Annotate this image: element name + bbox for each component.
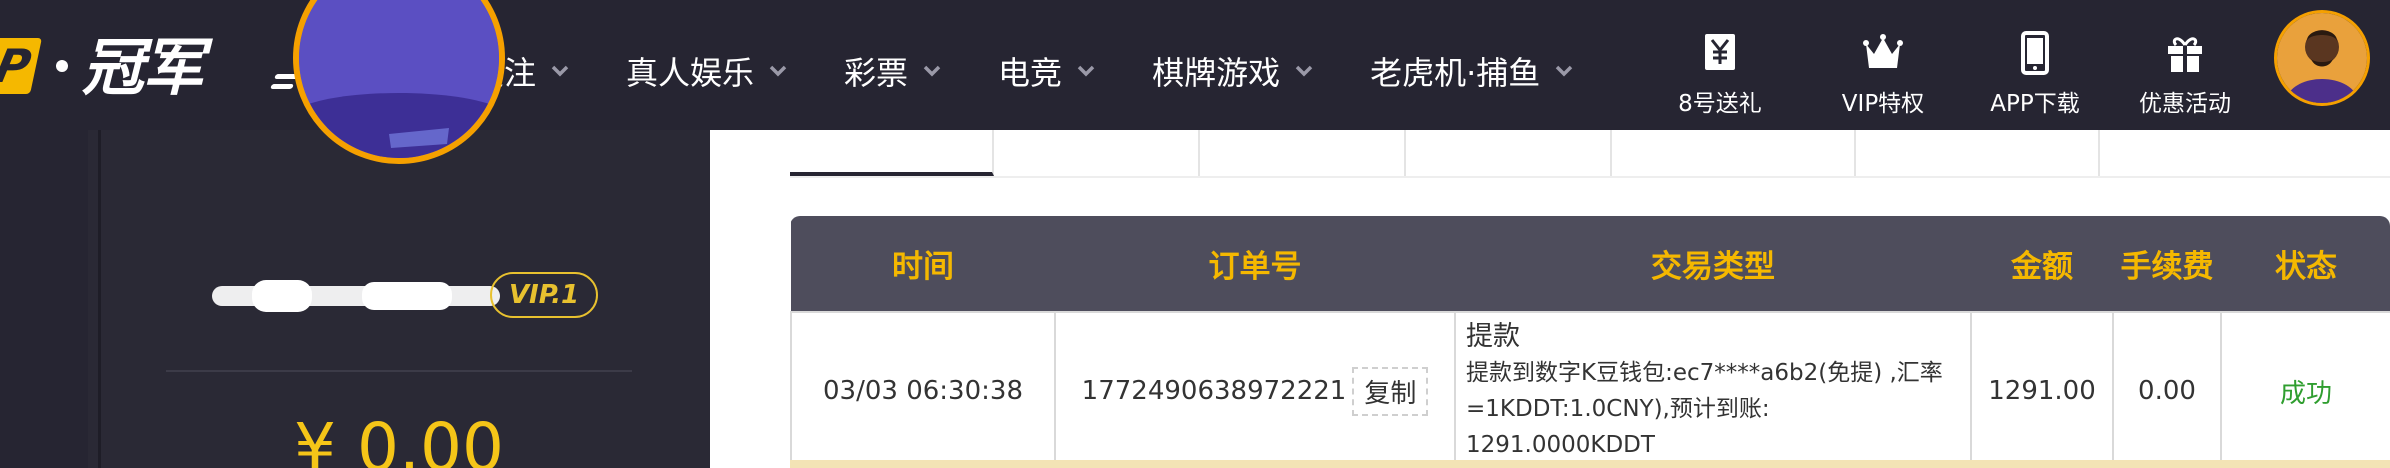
column-header-amount: 金额 xyxy=(2011,249,2073,285)
tab-1[interactable] xyxy=(790,130,994,176)
profile-panel: VIP.1 ¥ 0.00 xyxy=(88,0,710,468)
tab-6[interactable] xyxy=(1856,130,2100,176)
quick-link-promotions[interactable]: 优惠活动 xyxy=(2105,22,2265,122)
chevron-down-icon xyxy=(769,65,787,77)
username-masked xyxy=(212,280,500,312)
nav-label: 电竞 xyxy=(998,54,1063,92)
nav-label: 真人娱乐 xyxy=(626,54,755,92)
tab-4[interactable] xyxy=(1406,130,1612,176)
quick-link-label: VIP特权 xyxy=(1841,91,1925,117)
cell-order-no: 1772490638972221 复制 xyxy=(1054,311,1456,468)
quick-link-label: 8号送礼 xyxy=(1678,91,1762,117)
transaction-table: 时间 订单号 交易类型 金额 手续费 状态 03/03 06:30:38 177… xyxy=(790,216,2390,468)
avatar-image xyxy=(2277,13,2367,103)
column-header-time: 时间 xyxy=(892,249,954,285)
logo-badge: P xyxy=(0,38,42,94)
main-menu: 体育投注 真人娱乐 彩票 电竞 棋牌游戏 老虎机·捕鱼 xyxy=(408,44,1630,98)
divider xyxy=(166,370,632,372)
vip-level-badge: VIP.1 xyxy=(490,272,598,318)
tab-3[interactable] xyxy=(1200,130,1406,176)
quick-link-app-download[interactable]: APP下载 xyxy=(1955,22,2115,122)
cell-time: 03/03 06:30:38 xyxy=(790,311,1056,468)
logo-text: 冠军 xyxy=(82,31,204,104)
account-balance: ¥ 0.00 xyxy=(294,409,504,468)
column-header-order-no: 订单号 xyxy=(1208,249,1302,285)
transaction-detail: 提款到数字K豆钱包:ec7****a6b2(免提) ,汇率=1KDDT:1.0C… xyxy=(1466,360,1943,458)
cell-type: 提款 提款到数字K豆钱包:ec7****a6b2(免提) ,汇率=1KDDT:1… xyxy=(1454,311,1972,468)
column-header-status: 状态 xyxy=(2275,249,2337,285)
tab-5[interactable] xyxy=(1612,130,1856,176)
nav-label: 棋牌游戏 xyxy=(1152,54,1281,92)
logo-dot xyxy=(56,60,68,72)
quick-link-gift-day[interactable]: 8号送礼 xyxy=(1640,22,1800,122)
mobile-icon xyxy=(2021,31,2049,75)
cell-fee: 0.00 xyxy=(2112,311,2222,468)
quick-link-label: APP下载 xyxy=(1990,91,2080,117)
nav-label: 彩票 xyxy=(844,54,909,92)
chevron-down-icon xyxy=(1077,65,1095,77)
nav-item-live-casino[interactable]: 真人娱乐 xyxy=(626,48,790,94)
chevron-down-icon xyxy=(1556,65,1573,77)
column-header-type: 交易类型 xyxy=(1651,249,1775,285)
transaction-type: 提款 xyxy=(1466,321,1520,352)
order-number: 1772490638972221 xyxy=(1081,375,1347,406)
profile-avatar-image xyxy=(299,0,499,158)
main-content: 时间 订单号 交易类型 金额 手续费 状态 03/03 06:30:38 177… xyxy=(710,130,2390,468)
record-tabs xyxy=(790,130,2390,178)
profile-avatar xyxy=(293,0,505,164)
user-avatar[interactable] xyxy=(2274,10,2370,106)
gift-icon xyxy=(2168,37,2202,72)
chevron-down-icon xyxy=(923,65,941,77)
copy-button[interactable]: 复制 xyxy=(1352,366,1429,416)
chevron-down-icon xyxy=(1295,65,1313,77)
nav-item-esports[interactable]: 电竞 xyxy=(998,48,1098,94)
cell-amount: 1291.00 xyxy=(1970,311,2114,468)
column-header-fee: 手续费 xyxy=(2120,249,2214,285)
nav-item-card-games[interactable]: 棋牌游戏 xyxy=(1152,48,1316,94)
nav-item-slots-fishing[interactable]: 老虎机·捕鱼 xyxy=(1370,48,1576,94)
crown-icon xyxy=(1863,34,1903,68)
yen-gift-icon xyxy=(1705,34,1735,70)
table-row xyxy=(790,460,2390,468)
tab-7[interactable] xyxy=(2100,130,2390,176)
cell-status: 成功 xyxy=(2220,311,2390,468)
chevron-down-icon xyxy=(551,65,569,77)
tab-2[interactable] xyxy=(994,130,1200,176)
quick-link-vip[interactable]: VIP特权 xyxy=(1803,22,1963,122)
nav-label: 老虎机·捕鱼 xyxy=(1370,54,1541,92)
table-header-row: 时间 订单号 交易类型 金额 手续费 状态 xyxy=(791,216,2390,312)
table-row: 03/03 06:30:38 1772490638972221 复制 提款 提款到… xyxy=(790,311,2390,468)
quick-link-label: 优惠活动 xyxy=(2139,91,2231,117)
nav-item-lottery[interactable]: 彩票 xyxy=(844,48,944,94)
